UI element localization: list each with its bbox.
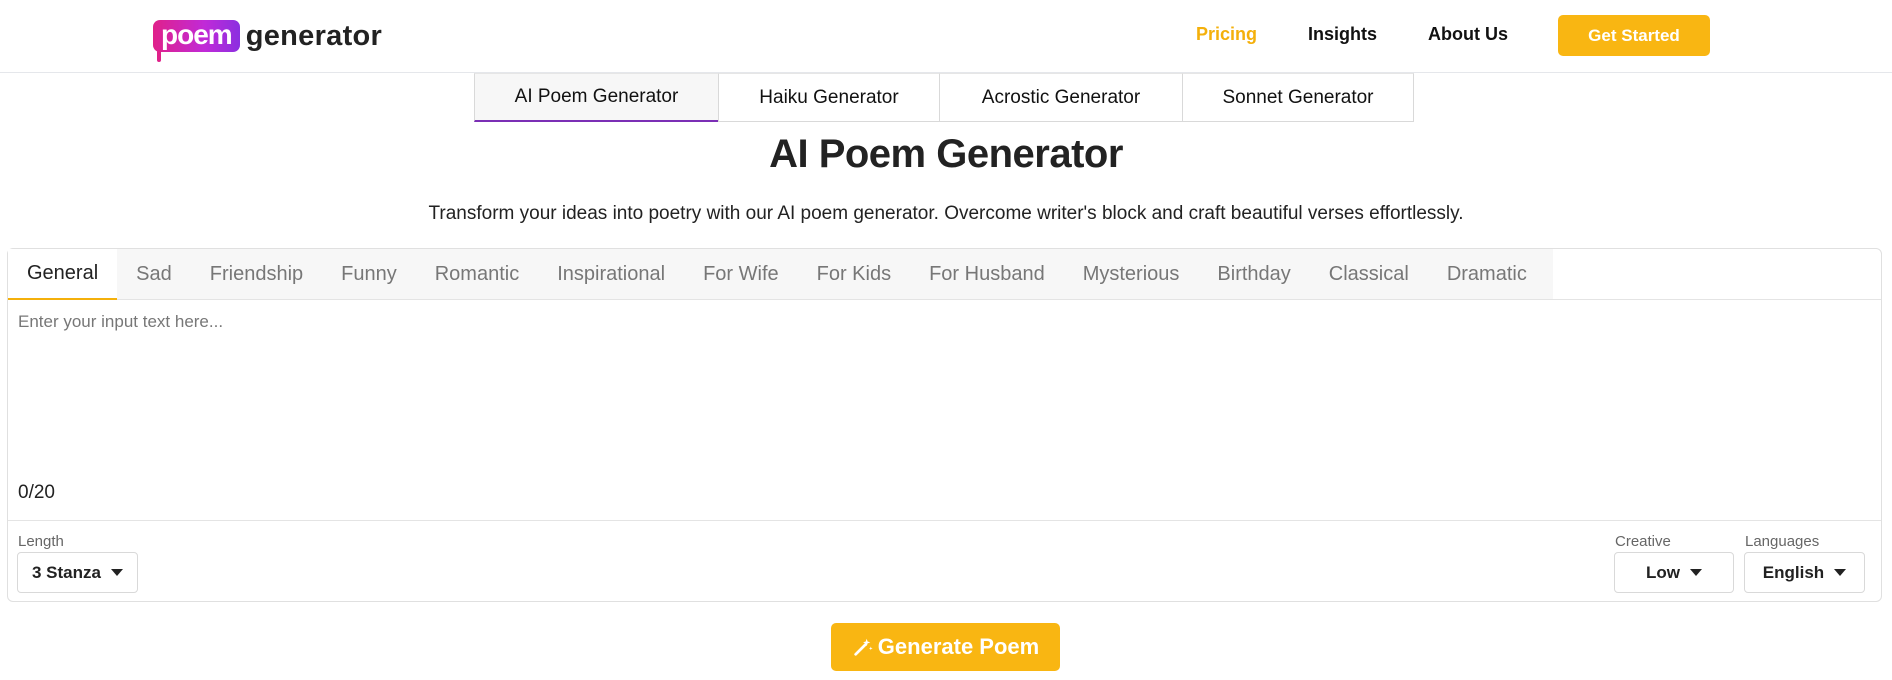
generate-poem-button[interactable]: Generate Poem [831, 623, 1060, 671]
card-divider [8, 520, 1881, 521]
style-tab-birthday[interactable]: Birthday [1198, 249, 1309, 300]
tab-haiku-generator[interactable]: Haiku Generator [718, 73, 940, 122]
get-started-button[interactable]: Get Started [1558, 15, 1710, 56]
caret-down-icon [1834, 569, 1847, 576]
creative-label: Creative [1615, 533, 1671, 550]
nav-pricing-link[interactable]: Pricing [1196, 24, 1257, 45]
site-logo[interactable]: poem generator [153, 16, 383, 62]
page-title: AI Poem Generator [769, 132, 1123, 176]
logo-wordmark: generator [245, 19, 383, 52]
style-tab-sad[interactable]: Sad [117, 249, 191, 300]
style-tab-friendship[interactable]: Friendship [191, 249, 322, 300]
style-tab-mysterious[interactable]: Mysterious [1064, 249, 1199, 300]
tab-ai-poem-generator[interactable]: AI Poem Generator [474, 73, 719, 122]
poem-form-card: General Sad Friendship Funny Romantic In… [7, 248, 1882, 602]
style-tab-romantic[interactable]: Romantic [416, 249, 538, 300]
page-subtitle: Transform your ideas into poetry with ou… [428, 203, 1464, 224]
character-counter: 0/20 [18, 482, 55, 503]
tab-acrostic-generator[interactable]: Acrostic Generator [939, 73, 1183, 122]
logo-tail [157, 50, 161, 62]
style-tabs-filler [1553, 249, 1881, 300]
style-tabs: General Sad Friendship Funny Romantic In… [8, 249, 1553, 300]
nav-insights-link[interactable]: Insights [1308, 24, 1377, 45]
style-tab-funny[interactable]: Funny [322, 249, 416, 300]
generator-tabs: AI Poem Generator Haiku Generator Acrost… [474, 73, 1414, 123]
magic-wand-icon [854, 638, 873, 656]
site-header: poem generator Pricing Insights About Us… [0, 0, 1892, 73]
tab-sonnet-generator[interactable]: Sonnet Generator [1182, 73, 1414, 122]
creative-select[interactable]: Low [1614, 552, 1734, 593]
logo-badge: poem [153, 19, 240, 62]
style-tab-classical[interactable]: Classical [1310, 249, 1428, 300]
generate-poem-label: Generate Poem [877, 634, 1040, 659]
nav-about-link[interactable]: About Us [1428, 24, 1508, 45]
languages-select-value: English [1762, 562, 1825, 582]
style-tab-general[interactable]: General [8, 249, 118, 300]
length-label: Length [18, 533, 64, 550]
style-tab-inspirational[interactable]: Inspirational [538, 249, 684, 300]
languages-label: Languages [1745, 533, 1820, 550]
style-tab-dramatic[interactable]: Dramatic [1428, 249, 1546, 300]
languages-select[interactable]: English [1744, 552, 1865, 593]
logo-badge-text: poem [161, 19, 233, 50]
style-tab-for-kids[interactable]: For Kids [798, 249, 910, 300]
creative-select-value: Low [1646, 562, 1680, 582]
length-select-value: 3 Stanza [32, 562, 101, 582]
length-select[interactable]: 3 Stanza [17, 552, 138, 593]
style-tab-for-wife[interactable]: For Wife [684, 249, 798, 300]
style-tab-for-husband[interactable]: For Husband [910, 249, 1064, 300]
caret-down-icon [110, 569, 123, 576]
poem-input-textarea[interactable] [8, 300, 1881, 470]
caret-down-icon [1690, 569, 1702, 576]
